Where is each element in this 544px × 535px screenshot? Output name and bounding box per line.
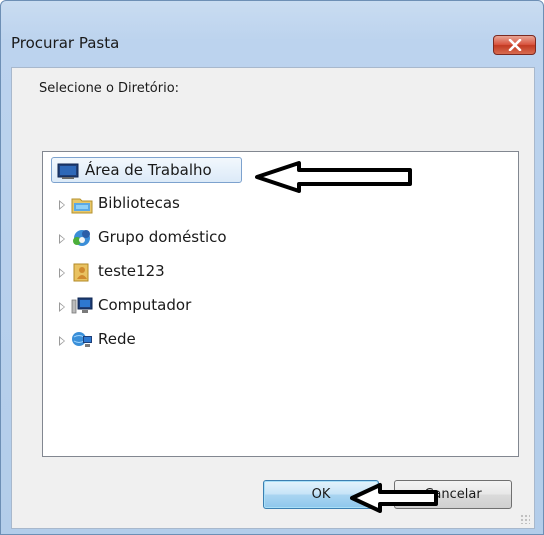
network-icon	[72, 332, 92, 347]
expand-arrow-icon[interactable]	[59, 200, 65, 210]
tree-item-computer[interactable]: Computador	[43, 292, 518, 320]
close-button[interactable]	[493, 35, 536, 55]
tree-item-label: Bibliotecas	[98, 194, 180, 212]
tree-item-libraries[interactable]: Bibliotecas	[43, 190, 518, 218]
tree-item-label: Computador	[98, 296, 192, 314]
tree-item-label: teste123	[98, 262, 165, 280]
dialog-window: Procurar Pasta Selecione o Diretório: Ár…	[0, 0, 544, 535]
desktop-icon	[57, 163, 79, 179]
tree-item-label: Rede	[98, 330, 136, 348]
expand-arrow-icon[interactable]	[59, 268, 65, 278]
dialog-body: Selecione o Diretório: Área de Trabalho	[11, 67, 535, 529]
annotation-arrow-ok	[350, 483, 438, 513]
tree-item-user-folder[interactable]: teste123	[43, 258, 518, 286]
folder-tree[interactable]: Área de Trabalho Bibliotecas Grupo domés…	[42, 151, 519, 457]
tree-item-network[interactable]: Rede	[43, 326, 518, 354]
dialog-title: Procurar Pasta	[11, 34, 120, 52]
resize-grip[interactable]	[520, 514, 530, 524]
tree-item-label: Grupo doméstico	[98, 228, 227, 246]
title-bar[interactable]: Procurar Pasta	[1, 1, 543, 55]
computer-icon	[71, 297, 93, 314]
user-folder-icon	[73, 263, 89, 282]
expand-arrow-icon[interactable]	[59, 234, 65, 244]
homegroup-icon	[73, 230, 90, 246]
close-icon	[508, 39, 522, 51]
libraries-icon	[71, 198, 93, 214]
expand-arrow-icon[interactable]	[59, 336, 65, 346]
tree-item-label: Área de Trabalho	[85, 161, 212, 179]
annotation-arrow-tree	[255, 161, 412, 193]
tree-item-homegroup[interactable]: Grupo doméstico	[43, 224, 518, 252]
expand-arrow-icon[interactable]	[59, 302, 65, 312]
instruction-label: Selecione o Diretório:	[39, 81, 180, 96]
